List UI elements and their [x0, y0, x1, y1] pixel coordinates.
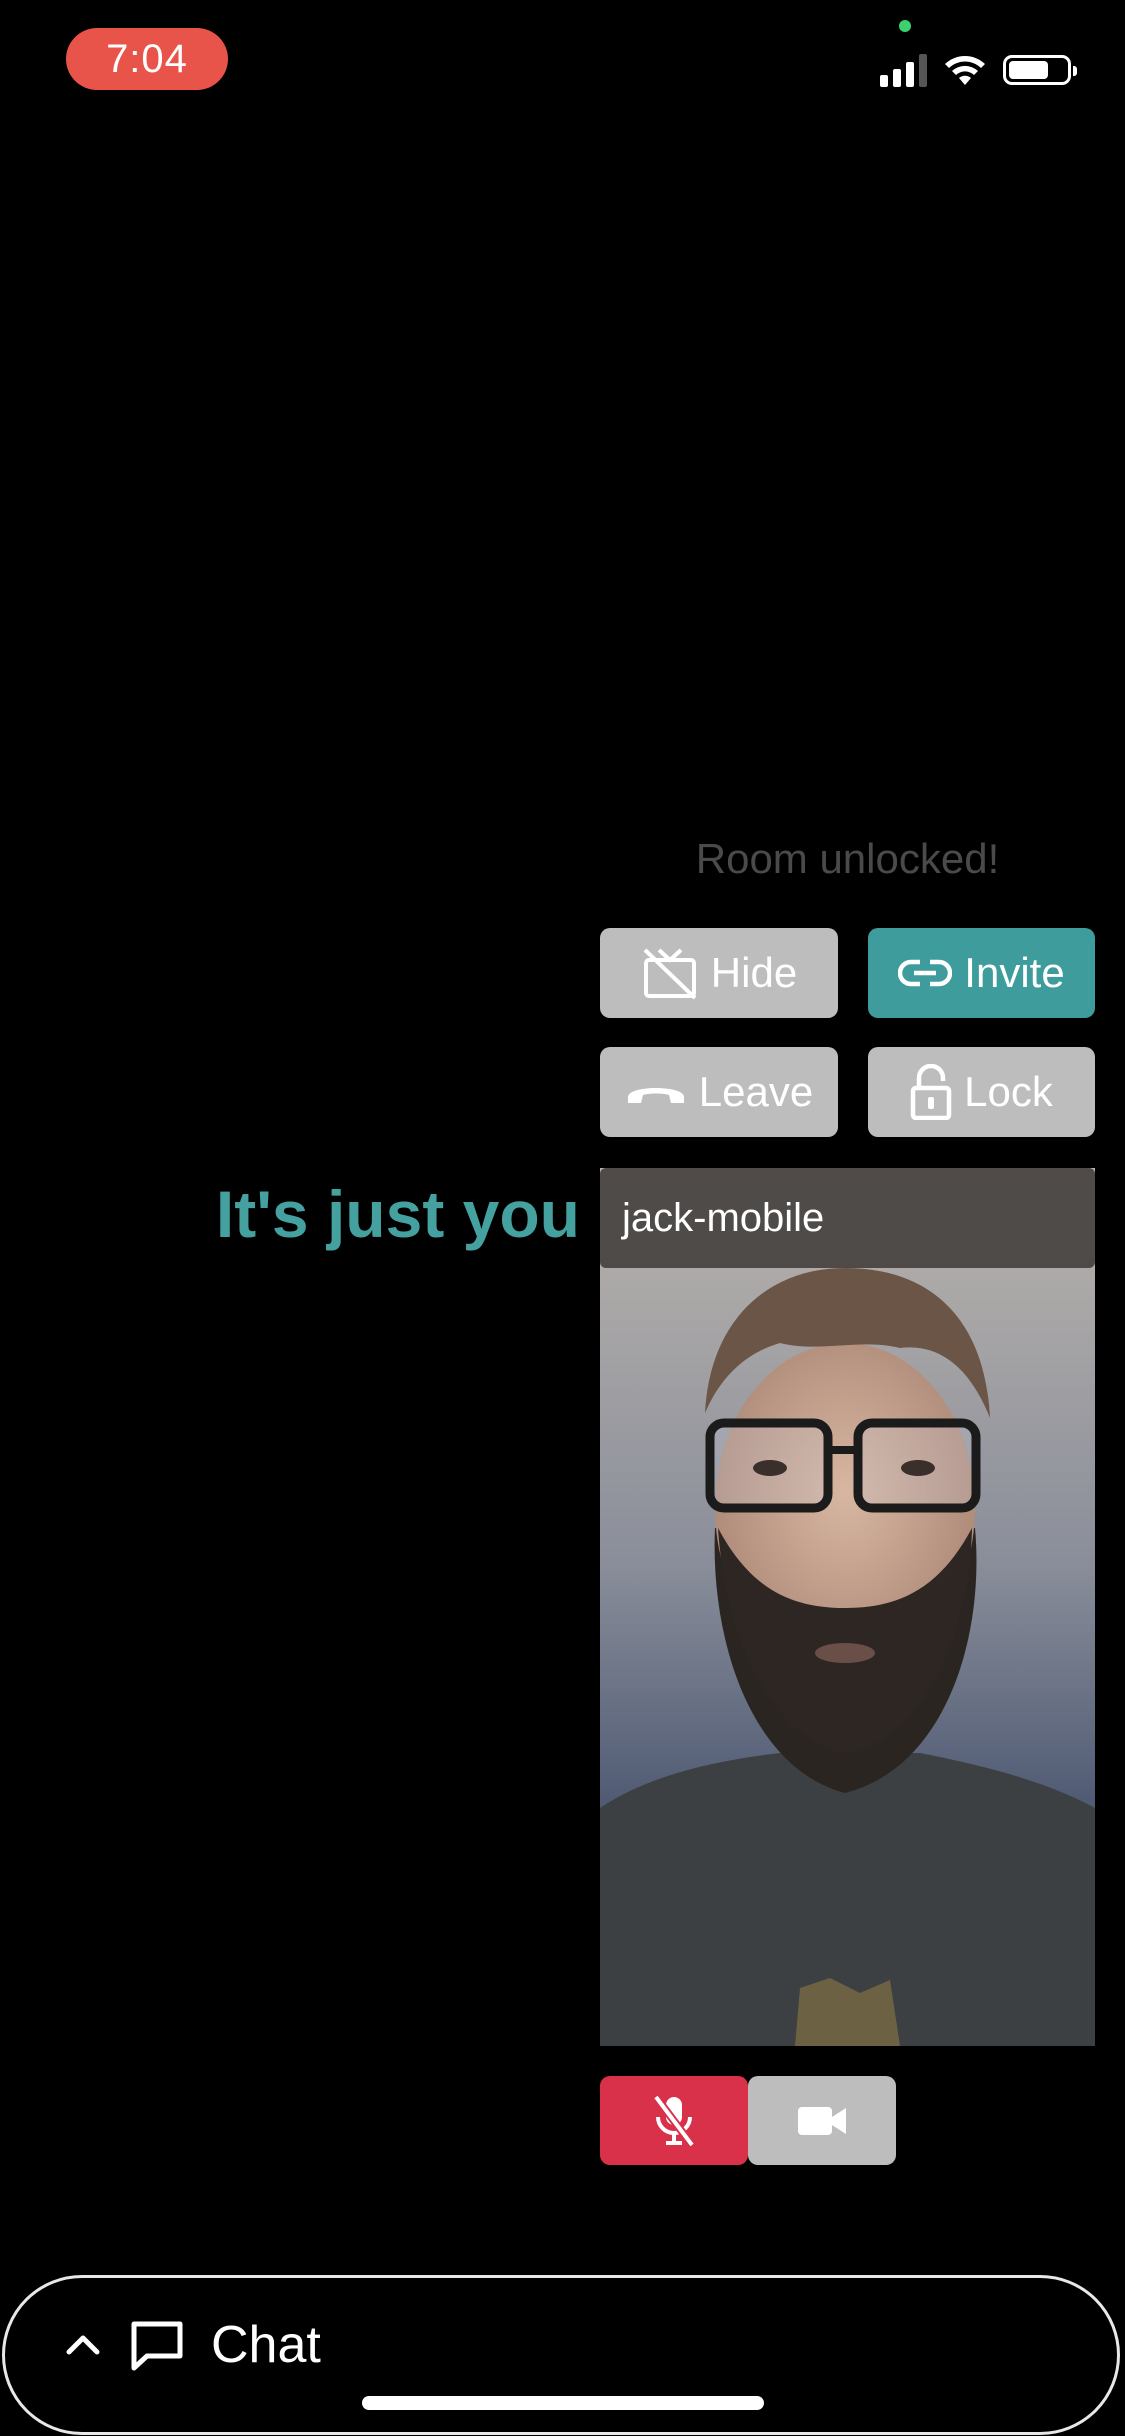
- invite-button[interactable]: Invite: [868, 928, 1095, 1018]
- self-video-tile: jack-mobile: [600, 1168, 1095, 2046]
- unlocked-icon: [910, 1064, 952, 1120]
- hide-button[interactable]: Hide: [600, 928, 838, 1018]
- video-camera-icon: [798, 2106, 846, 2135]
- participant-name: jack-mobile: [622, 1195, 825, 1240]
- hang-up-icon: [627, 1088, 684, 1103]
- lock-button[interactable]: Lock: [868, 1047, 1095, 1137]
- toggle-camera-button[interactable]: [748, 2076, 896, 2165]
- hide-button-label: Hide: [710, 949, 798, 996]
- self-video-feed: [600, 1168, 1095, 2046]
- chat-label: Chat: [211, 2316, 321, 2374]
- lock-button-label: Lock: [964, 1068, 1053, 1115]
- wifi-icon: [945, 56, 985, 85]
- chat-bubble-icon: [131, 2321, 183, 2371]
- status-icons: [880, 50, 1077, 90]
- leave-button[interactable]: Leave: [600, 1047, 838, 1137]
- invite-button-label: Invite: [964, 949, 1065, 996]
- chat-toggle-bar[interactable]: Chat: [2, 2275, 1120, 2435]
- chevron-up-icon: [66, 2335, 100, 2355]
- camera-in-use-indicator: [899, 20, 911, 32]
- leave-button-label: Leave: [698, 1068, 814, 1115]
- participant-name-bar: jack-mobile: [600, 1168, 1095, 1268]
- mute-mic-button[interactable]: [600, 2076, 748, 2165]
- room-status-text: Room unlocked!: [695, 835, 1000, 882]
- battery-icon: [1003, 55, 1077, 85]
- tv-off-icon: [643, 948, 697, 1000]
- link-icon: [898, 959, 953, 987]
- home-indicator[interactable]: [362, 2396, 764, 2410]
- alone-message: It's just you: [215, 1177, 580, 1251]
- status-time: 7:04: [66, 28, 228, 90]
- signal-icon: [880, 53, 927, 87]
- mic-off-icon: [652, 2094, 696, 2147]
